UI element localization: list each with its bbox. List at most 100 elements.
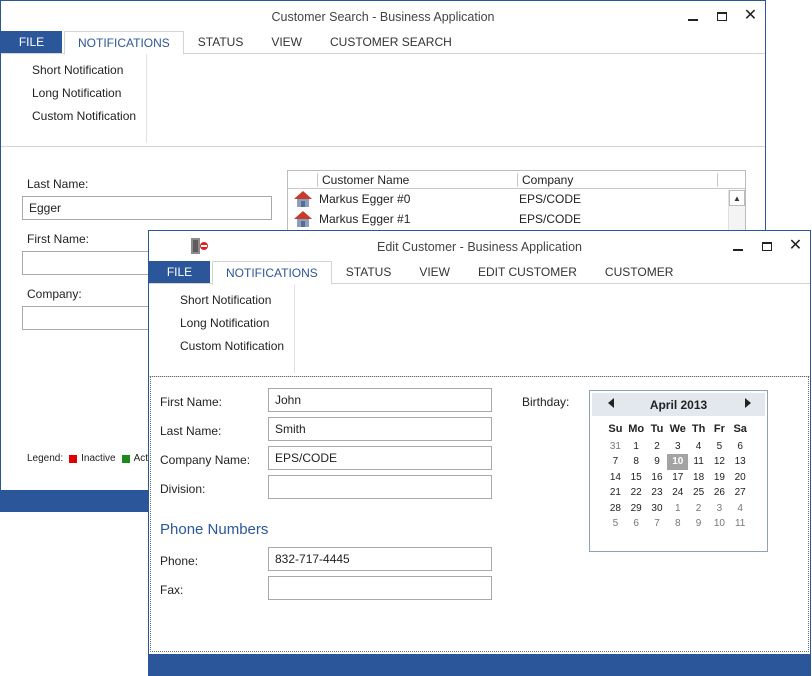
tab-edit-customer[interactable]: EDIT CUSTOMER — [464, 261, 591, 283]
calendar-day[interactable]: 18 — [688, 470, 709, 486]
day-of-week-header: Mo — [628, 423, 645, 435]
calendar-day[interactable]: 29 — [626, 501, 647, 517]
first-name-label: First Name: — [27, 232, 90, 246]
calendar-day[interactable]: 2 — [688, 501, 709, 517]
maximize-icon — [716, 11, 727, 21]
close-icon: ✕ — [743, 7, 758, 24]
minimize-icon — [732, 249, 743, 251]
calendar-day[interactable]: 7 — [605, 454, 626, 470]
calendar-day[interactable]: 12 — [709, 454, 730, 470]
calendar-day[interactable]: 3 — [667, 439, 688, 455]
calendar-day[interactable]: 9 — [688, 516, 709, 532]
custom-notification-button[interactable]: Custom Notification — [149, 335, 294, 358]
long-notification-button[interactable]: Long Notification — [1, 82, 146, 105]
calendar-day[interactable]: 19 — [709, 470, 730, 486]
column-separator[interactable] — [717, 173, 718, 187]
calendar-day[interactable]: 10 — [667, 454, 689, 470]
calendar-day[interactable]: 4 — [730, 501, 751, 517]
tab-view[interactable]: VIEW — [405, 261, 464, 283]
calendar-day[interactable]: 9 — [647, 454, 668, 470]
day-of-week-header: We — [669, 423, 686, 435]
ribbon-tabs: FILE NOTIFICATIONS STATUS VIEW CUSTOMER … — [1, 31, 765, 55]
tab-customer[interactable]: CUSTOMER — [591, 261, 687, 283]
fax-field[interactable] — [268, 576, 492, 600]
calendar-day[interactable]: 14 — [605, 470, 626, 486]
calendar-day[interactable]: 8 — [626, 454, 647, 470]
long-notification-button[interactable]: Long Notification — [149, 312, 294, 335]
calendar-day[interactable]: 27 — [730, 485, 751, 501]
calendar-day[interactable]: 1 — [626, 439, 647, 455]
division-field[interactable] — [268, 475, 492, 499]
calendar-day[interactable]: 31 — [605, 439, 626, 455]
title-bar[interactable]: Edit Customer - Business Application ✕ — [149, 231, 810, 261]
window-title: Edit Customer - Business Application — [377, 240, 582, 254]
calendar-day[interactable]: 5 — [605, 516, 626, 532]
company-name-field[interactable]: EPS/CODE — [268, 446, 492, 470]
custom-notification-button[interactable]: Custom Notification — [1, 105, 146, 128]
calendar-day[interactable]: 10 — [709, 516, 730, 532]
tab-notifications[interactable]: NOTIFICATIONS — [64, 31, 184, 55]
short-notification-button[interactable]: Short Notification — [1, 59, 146, 82]
minimize-button[interactable] — [723, 231, 752, 261]
calendar-day[interactable]: 5 — [709, 439, 730, 455]
minimize-icon — [687, 19, 698, 21]
tab-status[interactable]: STATUS — [332, 261, 406, 283]
last-name-field[interactable]: Egger — [22, 196, 272, 220]
calendar-day[interactable]: 26 — [709, 485, 730, 501]
tab-file[interactable]: FILE — [149, 261, 210, 283]
calendar-day[interactable]: 2 — [647, 439, 668, 455]
calendar-day[interactable]: 24 — [667, 485, 688, 501]
calendar-day[interactable]: 16 — [647, 470, 668, 486]
tab-notifications[interactable]: NOTIFICATIONS — [212, 261, 332, 285]
table-row[interactable]: Markus Egger #0 EPS/CODE — [288, 189, 745, 209]
column-separator[interactable] — [317, 173, 318, 187]
calendar-day[interactable]: 22 — [626, 485, 647, 501]
calendar-day[interactable]: 6 — [626, 516, 647, 532]
first-name-field[interactable]: John — [268, 388, 492, 412]
title-bar[interactable]: Customer Search - Business Application ✕ — [1, 1, 765, 31]
close-button[interactable]: ✕ — [736, 1, 765, 31]
calendar-month[interactable]: April 2013 — [592, 398, 765, 412]
calendar-day[interactable]: 13 — [730, 454, 751, 470]
calendar-day[interactable]: 28 — [605, 501, 626, 517]
calendar-day[interactable]: 11 — [688, 454, 709, 470]
day-of-week-header: Sa — [733, 423, 747, 435]
table-row[interactable]: Markus Egger #1 EPS/CODE — [288, 209, 745, 229]
phone-numbers-heading: Phone Numbers — [160, 521, 269, 538]
minimize-button[interactable] — [678, 1, 707, 31]
day-of-week-header: Su — [608, 423, 623, 435]
calendar-day[interactable]: 23 — [647, 485, 668, 501]
phone-field[interactable]: 832-717-4445 — [268, 547, 492, 571]
calendar-day[interactable]: 8 — [667, 516, 688, 532]
next-month-button[interactable] — [745, 398, 751, 408]
maximize-button[interactable] — [707, 1, 736, 31]
calendar-day[interactable]: 7 — [647, 516, 668, 532]
column-header-customer-name[interactable]: Customer Name — [322, 173, 409, 187]
calendar-day[interactable]: 3 — [709, 501, 730, 517]
calendar-day[interactable]: 11 — [730, 516, 751, 532]
column-header-company[interactable]: Company — [522, 173, 573, 187]
calendar-day[interactable]: 20 — [730, 470, 751, 486]
calendar-day[interactable]: 21 — [605, 485, 626, 501]
calendar-day[interactable]: 4 — [688, 439, 709, 455]
tab-file[interactable]: FILE — [1, 31, 62, 53]
scroll-up-button[interactable]: ▲ — [729, 190, 745, 206]
calendar-day[interactable]: 17 — [667, 470, 688, 486]
legend: Legend: Inactive Acti — [27, 453, 150, 464]
calendar-day[interactable]: 15 — [626, 470, 647, 486]
tab-status[interactable]: STATUS — [184, 31, 258, 53]
calendar-day[interactable]: 25 — [688, 485, 709, 501]
calendar-day[interactable]: 1 — [667, 501, 688, 517]
short-notification-button[interactable]: Short Notification — [149, 289, 294, 312]
fax-label: Fax: — [160, 583, 184, 597]
calendar-day[interactable]: 6 — [730, 439, 751, 455]
column-separator[interactable] — [517, 173, 518, 187]
close-button[interactable]: ✕ — [781, 231, 810, 261]
tab-customer-search[interactable]: CUSTOMER SEARCH — [316, 31, 466, 53]
legend-label: Legend: — [27, 453, 64, 464]
tab-view[interactable]: VIEW — [257, 31, 316, 53]
last-name-field[interactable]: Smith — [268, 417, 492, 441]
maximize-button[interactable] — [752, 231, 781, 261]
legend-inactive: Inactive — [81, 453, 116, 464]
calendar-day[interactable]: 30 — [647, 501, 668, 517]
